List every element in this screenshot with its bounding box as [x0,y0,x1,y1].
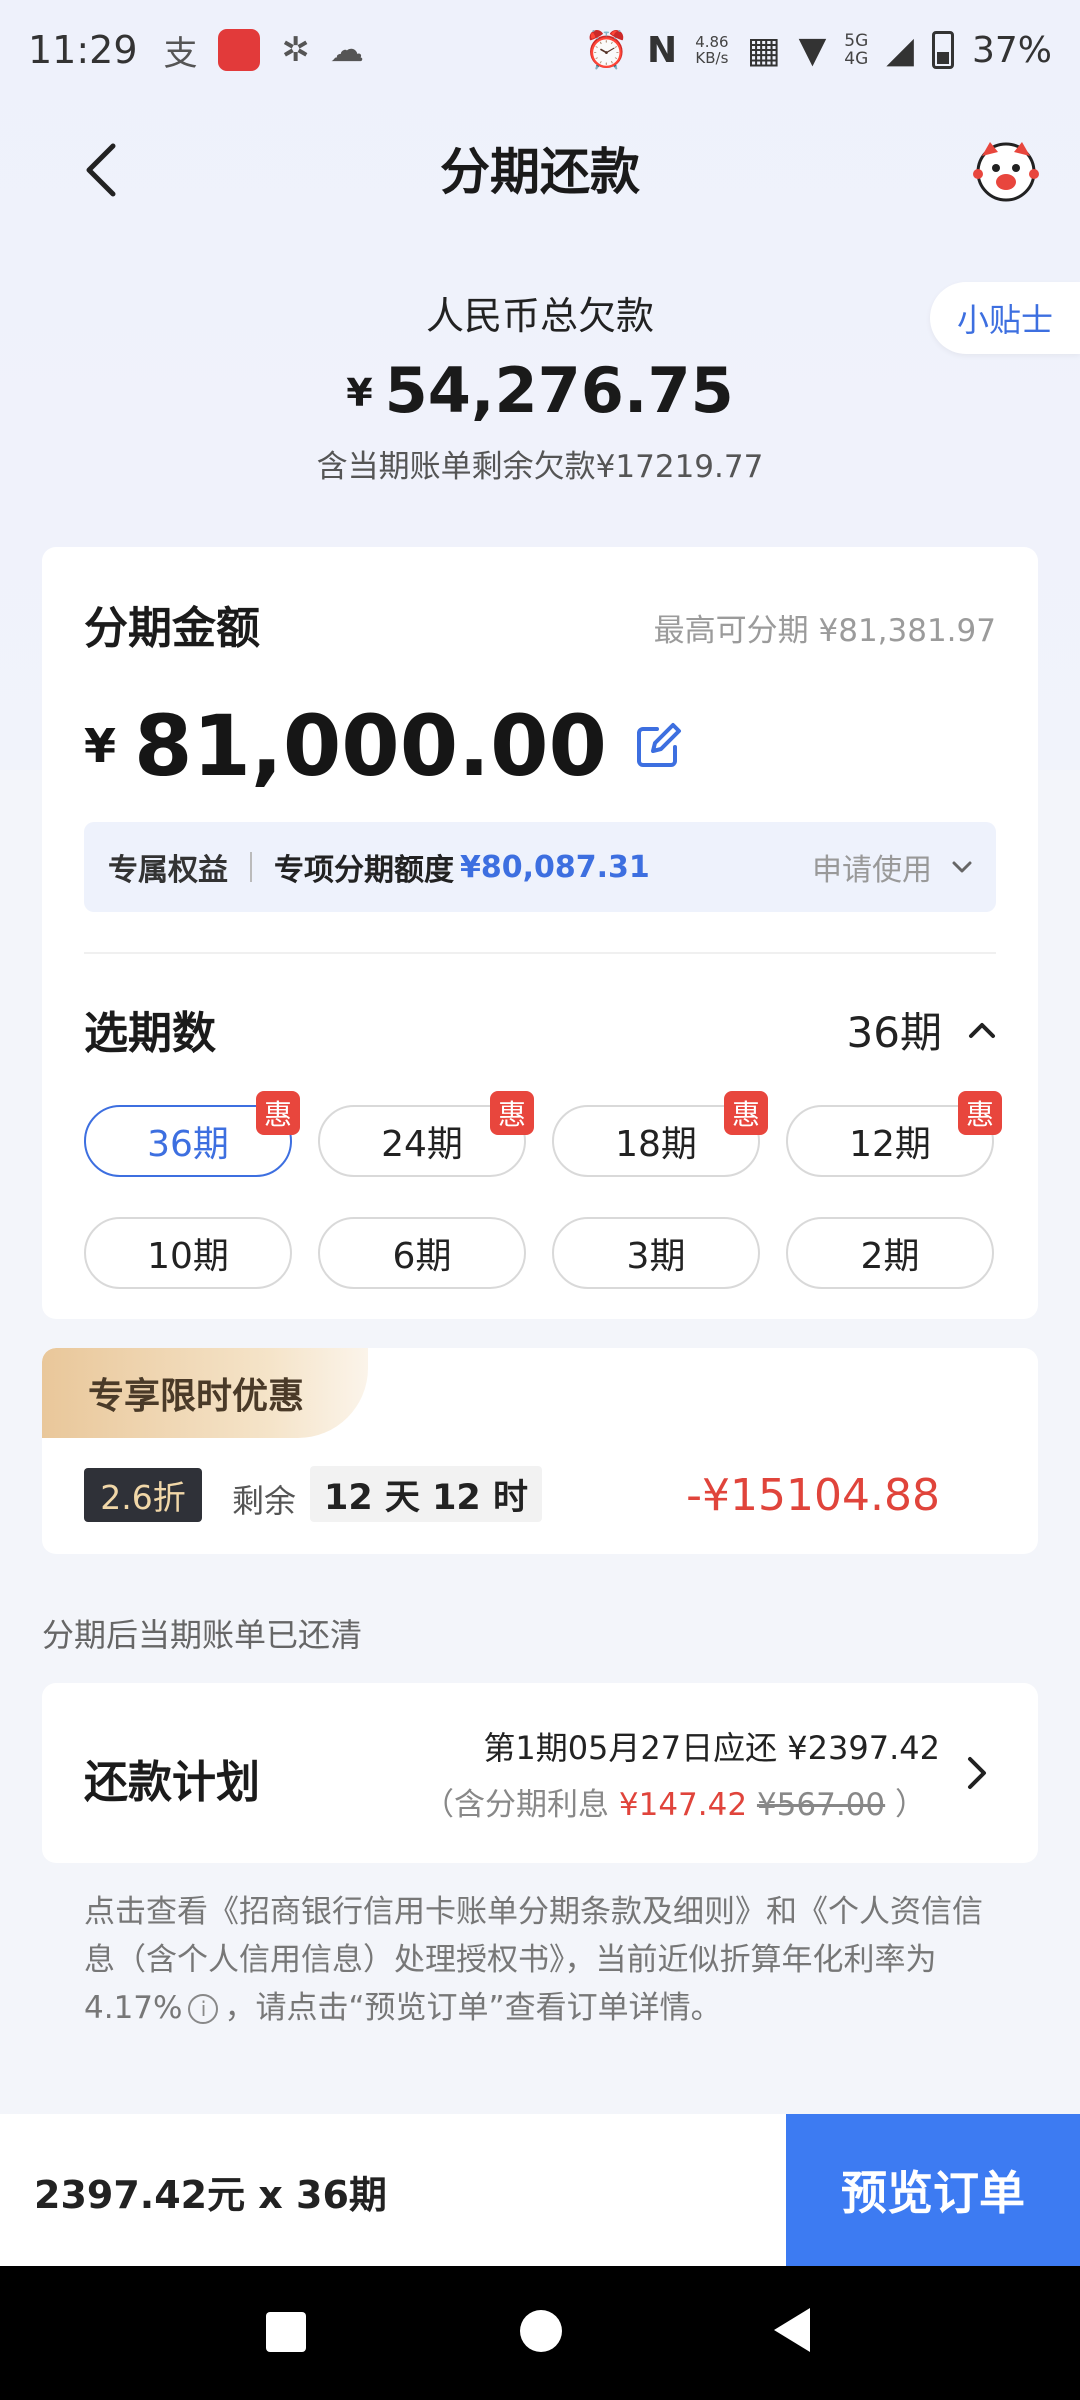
term-option-label: 36期 [147,1124,229,1165]
bottom-action-bar: 2397.42元 x 36期 预览订单 [0,2114,1080,2266]
special-quota-label: 专项分期额度 [274,853,454,888]
interest-info: （含分期利息 ¥147.42 ¥567.00 ） [423,1779,926,1824]
alarm-icon: ⏰ [584,30,630,71]
first-payment-info: 第1期05月27日应还 ¥2397.42 [483,1729,940,1767]
mascot-icon [973,142,1039,202]
term-option-label: 3期 [626,1236,686,1277]
app-header: 分期还款 [0,100,1080,235]
term-option-label: 2期 [860,1236,920,1277]
interest-suffix: ） [885,1787,926,1823]
recent-apps-button[interactable] [266,2312,306,2352]
benefit-tag: 专属权益 [108,853,228,888]
debt-summary: 人民币总欠款 ¥54,276.75 含当期账单剩余欠款¥17219.77 [0,285,1080,486]
term-option-12[interactable]: 12期 惠 [786,1091,1002,1177]
currency-symbol: ¥ [346,371,373,415]
info-icon[interactable]: i [188,1994,219,2024]
selected-term: 36期 [846,1008,942,1057]
exclusive-benefit-bar[interactable]: 专属权益 专项分期额度 ¥80,087.31 申请使用 [84,822,996,912]
page-title: 分期还款 [440,143,640,201]
speed-value: 4.86 [695,33,729,51]
nfc-icon: N [647,29,678,71]
total-debt-amount: ¥54,276.75 [0,354,1080,427]
special-quota-value: ¥80,087.31 [460,849,650,885]
network-bottom: 4G [844,49,869,69]
section-divider [84,952,996,954]
network-speed: 4.86 KB/s [695,34,728,66]
bill-cleared-note: 分期后当期账单已还清 [42,1616,363,1654]
term-option-label: 6期 [392,1236,452,1277]
mascot-assistant-button[interactable] [972,136,1040,204]
chevron-up-icon [969,1022,995,1038]
discount-badge: 惠 [256,1091,300,1135]
network-type: 5G 4G [844,32,868,68]
settings-notification-icon: ✲ [281,30,311,70]
installment-card: 分期金额 最高可分期 ¥81,381.97 ¥ 81,000.00 专属权益 专… [42,547,1038,1319]
alipay-notification-icon: 支 [163,33,198,74]
original-interest: ¥567.00 [756,1787,886,1823]
currency-symbol: ¥ [84,719,117,773]
current-bill-note: 含当期账单剩余欠款¥17219.77 [316,449,764,485]
term-option-24[interactable]: 24期 惠 [318,1091,534,1177]
weather-notification-icon: ☁ [330,30,365,70]
term-option-2[interactable]: 2期 [786,1217,994,1289]
term-option-10[interactable]: 10期 [84,1217,292,1289]
remaining-time: 12 天 12 时 [310,1466,542,1522]
term-options: 36期 惠 24期 惠 18期 惠 12期 惠 10期 6期 3期 2期 [84,1091,1002,1289]
total-debt-value: 54,276.75 [384,354,734,427]
app-notification-icon [217,29,260,71]
discount-rate-badge: 2.6折 [84,1468,202,1522]
term-option-label: 10期 [147,1236,229,1277]
term-option-36[interactable]: 36期 惠 [84,1091,300,1177]
chevron-right-icon [968,1757,986,1789]
term-option-label: 18期 [615,1124,697,1165]
home-button[interactable] [520,2310,562,2352]
promo-card: 专享限时优惠 2.6折 剩余 12 天 12 时 -¥15104.88 [42,1348,1038,1554]
installment-amount: ¥ 81,000.00 [84,697,683,795]
total-debt-label: 人民币总欠款 [425,294,654,338]
term-select-title: 选期数 [84,1008,216,1059]
apply-use-label: 申请使用 [812,853,932,888]
battery-level: 37% [971,29,1052,71]
status-time: 11:29 [28,28,138,72]
discount-badge: 惠 [490,1091,534,1135]
battery-icon [931,31,954,69]
tips-button[interactable]: 小贴士 [930,282,1080,354]
repayment-plan-title: 还款计划 [84,1757,260,1808]
term-option-3[interactable]: 3期 [552,1217,760,1289]
speed-unit: KB/s [695,49,729,67]
installment-amount-value: 81,000.00 [134,697,607,795]
system-back-button[interactable] [774,2308,810,2352]
term-option-6[interactable]: 6期 [318,1217,526,1289]
term-selector-toggle[interactable]: 36期 [847,999,996,1060]
discount-badge: 惠 [724,1091,768,1135]
saving-amount: -¥15104.88 [686,1470,940,1521]
interest-prefix: （含分期利息 [423,1787,619,1823]
chevron-down-icon [952,861,972,873]
terms-notice: 点击查看《招商银行信用卡账单分期条款及细则》和《个人资信信息（含个人信用信息）处… [84,1888,996,2032]
network-top: 5G [844,31,869,51]
payment-summary: 2397.42元 x 36期 [34,2173,387,2217]
remaining-label: 剩余 [232,1482,297,1520]
terms-notice-suffix: ，请点击“预览订单”查看订单详情。 [224,1990,722,2026]
installment-amount-title: 分期金额 [84,603,260,654]
discount-badge: 惠 [958,1091,1002,1135]
repayment-plan-card[interactable]: 还款计划 第1期05月27日应还 ¥2397.42 （含分期利息 ¥147.42… [42,1683,1038,1863]
interest-amount: ¥147.42 [618,1787,748,1823]
edit-icon[interactable] [633,721,683,771]
status-right: ⏰ N 4.86 KB/s ▦ ▼ 5G 4G ◢ 37% [584,29,1052,72]
wifi-icon: ▼ [798,29,827,71]
benefit-divider [250,852,252,882]
term-option-label: 12期 [849,1124,931,1165]
signal-icon: ◢ [886,29,914,71]
status-bar: 11:29 支 ✲ ☁ ⏰ N 4.86 KB/s ▦ ▼ 5G 4G ◢ 37… [0,0,1080,100]
preview-order-button[interactable]: 预览订单 [786,2114,1080,2266]
system-nav-bar [0,2266,1080,2400]
apply-use-button[interactable]: 申请使用 [812,845,972,889]
max-installment-note: 最高可分期 ¥81,381.97 [653,613,996,649]
promo-tag: 专享限时优惠 [42,1348,368,1438]
term-option-18[interactable]: 18期 惠 [552,1091,768,1177]
term-option-label: 24期 [381,1124,463,1165]
sim-icon: ▦ [746,29,781,71]
